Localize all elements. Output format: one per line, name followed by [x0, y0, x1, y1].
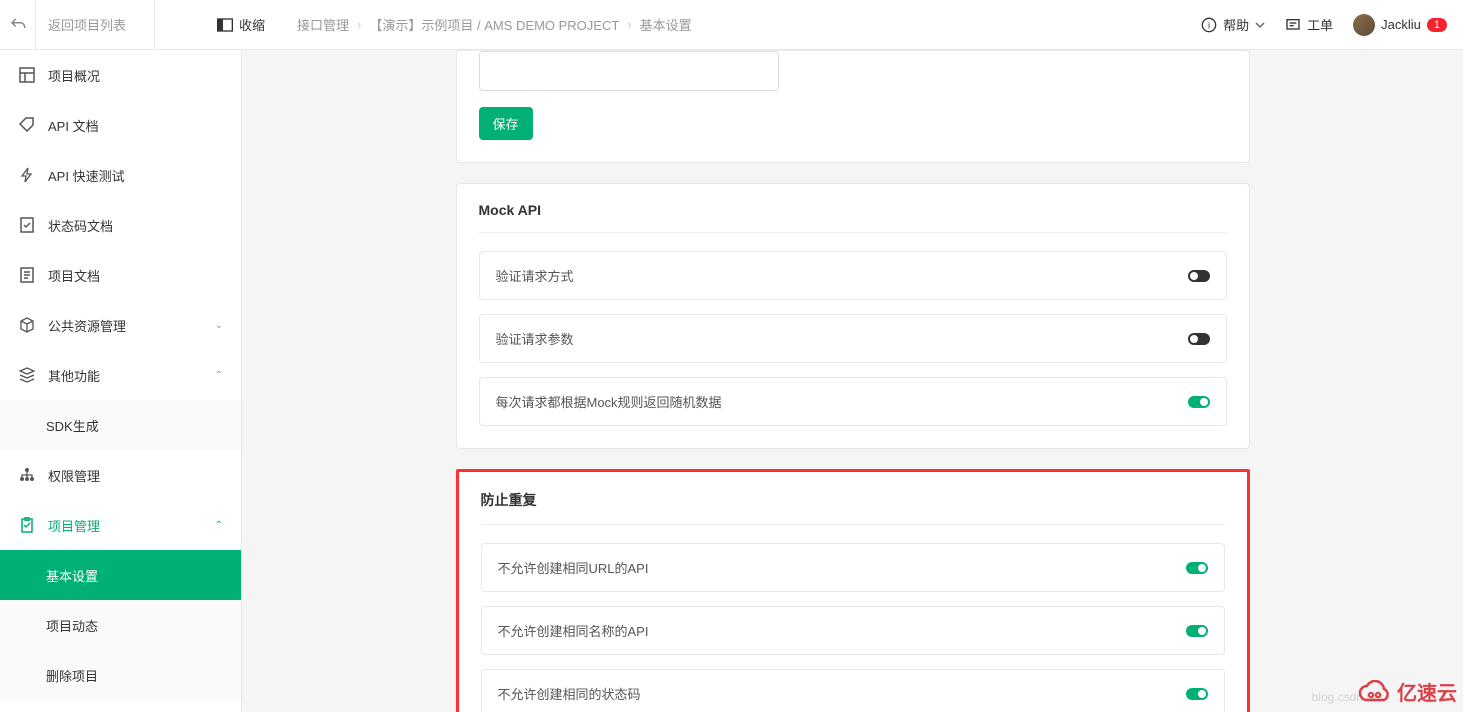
user-name: Jackliu: [1381, 17, 1421, 32]
chevron-down-icon: ⌄: [215, 320, 223, 331]
breadcrumb-item[interactable]: 接口管理: [297, 15, 349, 34]
user-menu[interactable]: Jackliu 1: [1353, 14, 1447, 36]
sidebar-item-project-doc[interactable]: 项目文档: [0, 250, 241, 300]
avatar: [1353, 14, 1375, 36]
chevron-up-icon: ⌃: [215, 370, 223, 381]
sidebar-item-label: 权限管理: [48, 466, 223, 485]
toggle-label: 不允许创建相同的状态码: [498, 684, 641, 703]
section-title: 防止重复: [481, 490, 1225, 525]
toggle-switch[interactable]: [1186, 562, 1208, 574]
notification-badge: 1: [1427, 18, 1447, 32]
chevron-up-icon: ⌃: [215, 520, 223, 531]
toggle-switch[interactable]: [1188, 333, 1210, 345]
save-button[interactable]: 保存: [479, 107, 533, 140]
sidebar-item-label: 项目文档: [48, 266, 223, 285]
card-prior-section: 保存: [456, 50, 1250, 163]
sidebar-item-project-mgmt[interactable]: 项目管理 ⌃: [0, 500, 241, 550]
lightning-icon: [18, 167, 36, 183]
help-menu[interactable]: i 帮助: [1201, 15, 1265, 34]
tag-icon: [18, 117, 36, 133]
sidebar-item-label: 项目动态: [46, 616, 223, 635]
sidebar-item-other[interactable]: 其他功能 ⌃: [0, 350, 241, 400]
toggle-label: 验证请求方式: [496, 266, 574, 285]
sidebar-item-basic-settings[interactable]: 基本设置: [0, 550, 241, 600]
toggle-label: 不允许创建相同名称的API: [498, 621, 649, 640]
sidebar-item-activity[interactable]: 项目动态: [0, 600, 241, 650]
sidebar-item-label: 删除项目: [46, 666, 223, 685]
layers-icon: [18, 367, 36, 383]
toggle-row-dup-name: 不允许创建相同名称的API: [481, 606, 1225, 655]
chevron-right-icon: ›: [627, 17, 631, 32]
sidebar-item-overview[interactable]: 项目概况: [0, 50, 241, 100]
sidebar-item-label: 基本设置: [46, 566, 223, 585]
sidebar-item-label: 项目管理: [48, 516, 215, 535]
toggle-row-random-mock: 每次请求都根据Mock规则返回随机数据: [479, 377, 1227, 426]
sidebar-item-api-test[interactable]: API 快速测试: [0, 150, 241, 200]
undo-icon: [9, 16, 27, 34]
main-content: 保存 Mock API 验证请求方式 验证请求参数 每次请求都根据Mock规则返…: [242, 50, 1463, 712]
toggle-label: 验证请求参数: [496, 329, 574, 348]
back-link[interactable]: 返回项目列表: [36, 15, 146, 34]
sidebar-item-label: API 文档: [48, 116, 223, 135]
help-label: 帮助: [1223, 15, 1249, 34]
toggle-label: 不允许创建相同URL的API: [498, 558, 649, 577]
card-mock-api: Mock API 验证请求方式 验证请求参数 每次请求都根据Mock规则返回随机…: [456, 183, 1250, 449]
info-icon: i: [1201, 17, 1217, 33]
sidebar-item-api-doc[interactable]: API 文档: [0, 100, 241, 150]
top-bar: 返回项目列表 收缩 接口管理 › 【演示】示例项目 / AMS DEMO PRO…: [0, 0, 1463, 50]
ticket-label: 工单: [1307, 15, 1333, 34]
sidebar-item-label: 其他功能: [48, 366, 215, 385]
cube-icon: [18, 317, 36, 333]
toggle-row-dup-url: 不允许创建相同URL的API: [481, 543, 1225, 592]
toggle-switch[interactable]: [1188, 396, 1210, 408]
text-input[interactable]: [479, 51, 779, 91]
file-check-icon: [18, 217, 36, 233]
sidebar-item-resources[interactable]: 公共资源管理 ⌄: [0, 300, 241, 350]
svg-text:i: i: [1208, 20, 1210, 30]
toggle-row-verify-method: 验证请求方式: [479, 251, 1227, 300]
dashboard-icon: [18, 67, 36, 83]
chevron-right-icon: ›: [357, 17, 361, 32]
breadcrumb-item: 基本设置: [640, 15, 692, 34]
ticket-link[interactable]: 工单: [1285, 15, 1333, 34]
collapse-button[interactable]: 收缩: [163, 15, 277, 34]
sidebar: 项目概况 API 文档 API 快速测试 状态码文档 项目文档 公共资源管理 ⌄…: [0, 50, 242, 712]
collapse-label: 收缩: [239, 15, 265, 34]
sidebar-item-label: API 快速测试: [48, 166, 223, 185]
sidebar-item-sdk[interactable]: SDK生成: [0, 400, 241, 450]
sidebar-item-delete[interactable]: 删除项目: [0, 650, 241, 700]
sidebar-item-label: 公共资源管理: [48, 316, 215, 335]
sidebar-item-permissions[interactable]: 权限管理: [0, 450, 241, 500]
card-prevent-duplicate: 防止重复 不允许创建相同URL的API 不允许创建相同名称的API 不允许创建相…: [456, 469, 1250, 712]
toggle-switch[interactable]: [1186, 688, 1208, 700]
hierarchy-icon: [18, 467, 36, 483]
sidebar-item-label: 状态码文档: [48, 216, 223, 235]
toggle-label: 每次请求都根据Mock规则返回随机数据: [496, 392, 722, 411]
clipboard-icon: [18, 517, 36, 533]
sidebar-item-status-doc[interactable]: 状态码文档: [0, 200, 241, 250]
divider: [154, 0, 155, 50]
section-title: Mock API: [479, 202, 1227, 233]
sidebar-item-label: 项目概况: [48, 66, 223, 85]
ticket-icon: [1285, 17, 1301, 33]
back-button[interactable]: [0, 0, 36, 50]
chevron-down-icon: [1255, 20, 1265, 30]
sidebar-item-label: SDK生成: [46, 416, 223, 435]
panel-icon: [217, 18, 233, 32]
toggle-row-dup-status: 不允许创建相同的状态码: [481, 669, 1225, 712]
breadcrumb: 接口管理 › 【演示】示例项目 / AMS DEMO PROJECT › 基本设…: [297, 15, 692, 34]
toggle-row-verify-params: 验证请求参数: [479, 314, 1227, 363]
breadcrumb-item[interactable]: 【演示】示例项目 / AMS DEMO PROJECT: [369, 15, 619, 34]
toggle-switch[interactable]: [1188, 270, 1210, 282]
toggle-switch[interactable]: [1186, 625, 1208, 637]
document-icon: [18, 267, 36, 283]
